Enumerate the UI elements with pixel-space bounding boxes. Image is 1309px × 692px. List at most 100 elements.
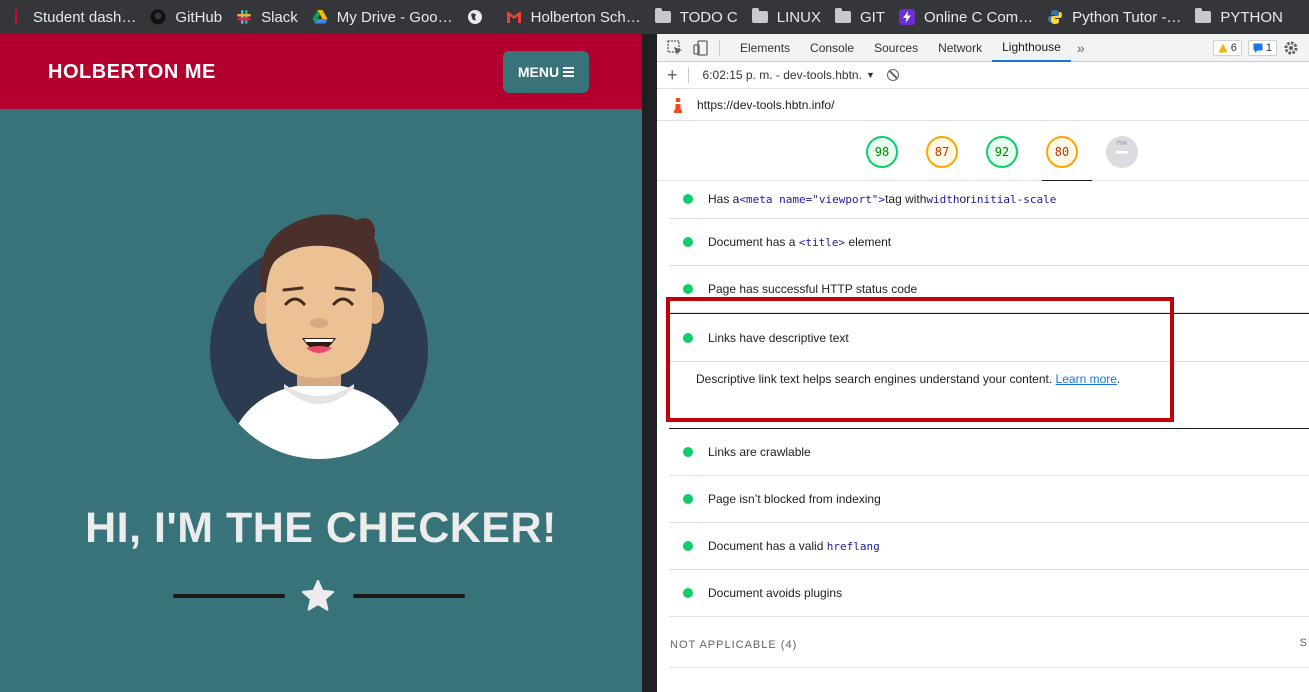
lighthouse-toolbar: + 6:02:15 p. m. - dev-tools.hbtn. ▼ bbox=[657, 62, 1309, 89]
score-gauge-seo[interactable]: 80 bbox=[1045, 135, 1079, 169]
audit-title: Document has a bbox=[708, 235, 796, 249]
pass-dot-icon bbox=[683, 237, 693, 247]
audit-code: initial-scale bbox=[970, 192, 1057, 206]
inspect-element-icon[interactable] bbox=[667, 39, 683, 56]
bookmark-holberton-school[interactable]: Holberton Sch… bbox=[506, 0, 641, 34]
not-applicable-count: (4) bbox=[780, 639, 798, 651]
audit-title: element bbox=[848, 235, 892, 249]
audit-code: hreflang bbox=[826, 539, 880, 553]
audit-row-plugins[interactable]: Document avoids plugins bbox=[669, 570, 1309, 617]
not-applicable-label: NOT APPLICABLE bbox=[670, 639, 777, 651]
bookmark-python-tutor[interactable]: Python Tutor -… bbox=[1047, 0, 1181, 34]
report-selector[interactable]: 6:02:15 p. m. - dev-tools.hbtn. bbox=[703, 68, 862, 82]
bookmark-label: Online C Com… bbox=[923, 8, 1034, 26]
bolt-icon bbox=[898, 9, 915, 25]
not-applicable-header[interactable]: NOT APPLICABLE (4) bbox=[670, 639, 797, 651]
bookmark-label: LINUX bbox=[776, 8, 821, 26]
score-value: 87 bbox=[934, 145, 950, 159]
python-icon bbox=[1048, 10, 1063, 24]
audit-row-crawlable[interactable]: Links are crawlable bbox=[669, 429, 1309, 476]
report-url[interactable]: https://dev-tools.hbtn.info/ bbox=[697, 98, 834, 112]
folder-icon bbox=[751, 8, 768, 23]
devtools-panel: Elements Console Sources Network Lightho… bbox=[657, 34, 1309, 692]
device-toolbar-icon[interactable] bbox=[693, 39, 709, 56]
holberton-icon bbox=[15, 10, 17, 24]
bookmark-label: GitHub bbox=[175, 8, 223, 26]
site-brand[interactable]: HOLBERTON ME bbox=[48, 61, 216, 84]
star-divider bbox=[173, 578, 465, 618]
bookmark-folder-todo-c[interactable]: TODO C bbox=[654, 0, 738, 34]
audit-title: Page has successful HTTP status code bbox=[708, 282, 918, 296]
clear-reports-icon[interactable] bbox=[886, 69, 899, 81]
menu-label: MENU bbox=[517, 64, 560, 80]
avatar bbox=[210, 214, 428, 459]
panel-divider[interactable] bbox=[642, 34, 657, 692]
score-value: 92 bbox=[994, 145, 1010, 159]
audit-title: or bbox=[959, 192, 971, 206]
bookmark-student-dashboard[interactable]: Student dash… bbox=[8, 0, 136, 34]
audit-row-viewport[interactable]: Has a <meta name="viewport"> tag with wi… bbox=[669, 181, 1309, 219]
warnings-count: 6 bbox=[1230, 42, 1237, 54]
site-header: HOLBERTON ME MENU bbox=[0, 34, 642, 109]
github-icon bbox=[150, 9, 166, 25]
score-gauge-pwa[interactable]: PWA bbox=[1105, 135, 1139, 169]
audit-description: Descriptive link text helps search engin… bbox=[696, 372, 1120, 386]
score-gauges: 98 87 92 80 PWA bbox=[657, 121, 1309, 181]
bookmark-label: My Drive - Goo… bbox=[336, 8, 453, 26]
bookmark-globe[interactable] bbox=[467, 0, 492, 34]
audit-row-http-status[interactable]: Page has successful HTTP status code bbox=[669, 266, 1309, 313]
score-gauge-accessibility[interactable]: 87 bbox=[925, 135, 959, 169]
audit-title: Links have descriptive text bbox=[708, 330, 849, 345]
score-gauge-performance[interactable]: 98 bbox=[865, 135, 899, 169]
score-value: PWA bbox=[1116, 140, 1128, 147]
bookmark-folder-git[interactable]: GIT bbox=[834, 0, 885, 34]
bookmark-folder-linux[interactable]: LINUX bbox=[751, 0, 821, 34]
audit-row-links-descriptive[interactable]: Links have descriptive text Descriptive … bbox=[669, 313, 1309, 429]
bookmarks-bar: Student dash… GitHub Slack My Drive - Go… bbox=[0, 0, 1309, 34]
slack-icon bbox=[237, 10, 252, 24]
tab-network[interactable]: Network bbox=[928, 34, 992, 62]
audit-title: tag with bbox=[885, 192, 927, 206]
tab-elements[interactable]: Elements bbox=[730, 34, 800, 62]
pass-dot-icon bbox=[683, 332, 693, 343]
warnings-badge[interactable]: 6 bbox=[1212, 40, 1242, 56]
score-gauge-best-practices[interactable]: 92 bbox=[985, 135, 1019, 169]
menu-button[interactable]: MENU bbox=[503, 51, 589, 93]
new-report-icon[interactable]: + bbox=[667, 65, 678, 86]
audit-title: Links are crawlable bbox=[708, 445, 811, 459]
divider-line-right bbox=[353, 594, 465, 598]
audit-code: width bbox=[926, 192, 960, 206]
tab-lighthouse[interactable]: Lighthouse bbox=[992, 34, 1071, 62]
bookmark-folder-python[interactable]: PYTHON bbox=[1195, 0, 1283, 34]
more-tabs-icon[interactable]: » bbox=[1077, 40, 1085, 56]
bookmark-github[interactable]: GitHub bbox=[150, 0, 222, 34]
devtools-tab-bar: Elements Console Sources Network Lightho… bbox=[657, 34, 1309, 62]
show-toggle-text[interactable]: S bbox=[1300, 637, 1307, 649]
website-viewport: HOLBERTON ME MENU HI, I'M THE CHECKER! bbox=[0, 34, 642, 692]
bookmark-slack[interactable]: Slack bbox=[236, 0, 298, 34]
gear-icon[interactable] bbox=[1283, 40, 1299, 56]
audit-row-title[interactable]: Document has a <title> element bbox=[669, 219, 1309, 266]
audit-row-indexing[interactable]: Page isn’t blocked from indexing bbox=[669, 476, 1309, 523]
bookmark-online-c-compiler[interactable]: Online C Com… bbox=[898, 0, 1034, 34]
pass-dot-icon bbox=[683, 588, 693, 598]
pass-dot-icon bbox=[683, 447, 693, 457]
section-divider bbox=[669, 667, 1309, 668]
audit-inner-divider bbox=[669, 361, 1309, 362]
bookmark-label: TODO C bbox=[679, 8, 738, 26]
tab-sources[interactable]: Sources bbox=[864, 34, 928, 62]
hamburger-icon bbox=[563, 67, 575, 77]
drive-icon bbox=[312, 10, 328, 24]
learn-more-link[interactable]: Learn more bbox=[1056, 372, 1117, 386]
chevron-down-icon[interactable]: ▼ bbox=[866, 70, 875, 80]
tab-console[interactable]: Console bbox=[800, 34, 864, 62]
folder-icon bbox=[1195, 8, 1212, 23]
globe-icon bbox=[467, 10, 482, 24]
star-icon bbox=[301, 579, 335, 611]
audit-row-hreflang[interactable]: Document has a valid hreflang bbox=[669, 523, 1309, 570]
bookmark-my-drive[interactable]: My Drive - Goo… bbox=[312, 0, 453, 34]
audit-description-text: Descriptive link text helps search engin… bbox=[696, 372, 1053, 386]
messages-badge[interactable]: 1 bbox=[1247, 40, 1277, 56]
audit-title: Page isn’t blocked from indexing bbox=[708, 492, 881, 506]
audit-title: Document has a valid bbox=[708, 539, 824, 553]
